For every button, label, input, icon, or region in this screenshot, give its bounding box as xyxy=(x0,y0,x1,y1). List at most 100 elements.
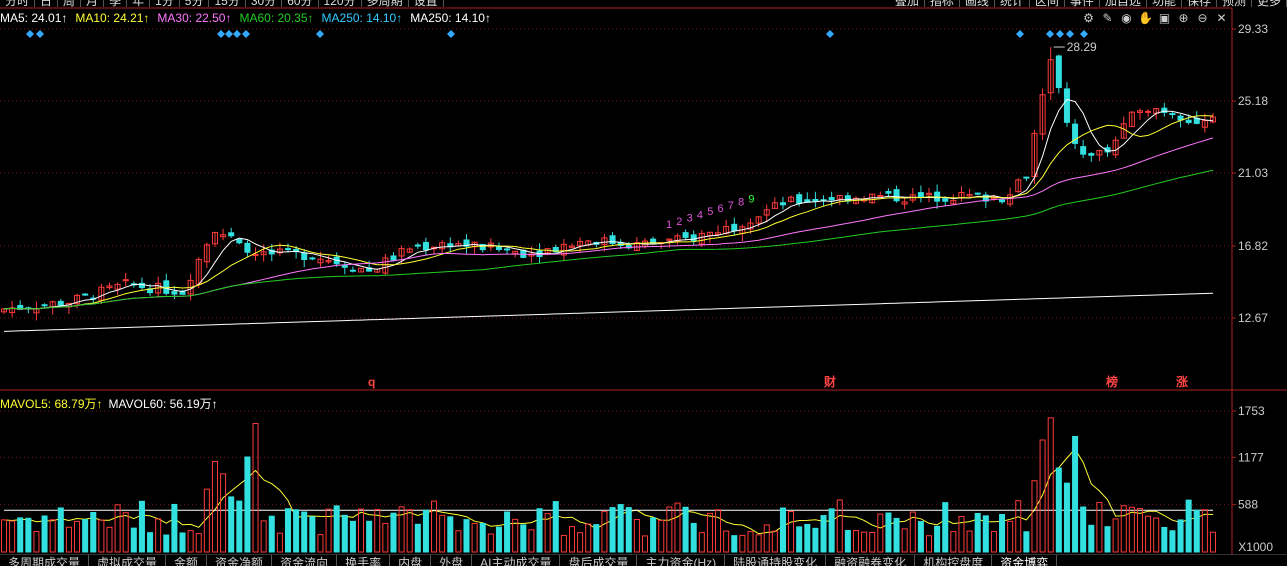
hand-icon[interactable]: ✋ xyxy=(1138,11,1153,26)
ma-legend-item: MA60: 20.35↑ xyxy=(239,11,314,25)
period-tab[interactable]: 分时 xyxy=(0,0,36,7)
volume-bar xyxy=(852,530,859,553)
volume-bar xyxy=(796,526,803,553)
signal-diamond xyxy=(447,30,455,38)
bag-icon[interactable]: ▣ xyxy=(1157,11,1172,26)
candle-body xyxy=(90,297,97,300)
period-tab[interactable]: 日 xyxy=(35,0,59,7)
signal-diamond xyxy=(826,30,834,38)
period-tab[interactable]: 月 xyxy=(81,0,105,7)
volume-bar xyxy=(155,518,162,553)
signal-diamond xyxy=(217,30,225,38)
volume-bar xyxy=(455,530,462,553)
period-tab[interactable]: 5分 xyxy=(180,0,210,7)
indicator-tab[interactable]: 内盘 xyxy=(390,555,432,566)
volume-bar xyxy=(885,512,892,553)
candle-body xyxy=(284,248,292,251)
period-tab[interactable]: 30分 xyxy=(246,0,283,7)
indicator-tab[interactable]: 资金流向 xyxy=(272,555,338,566)
volume-bar xyxy=(284,508,292,553)
close-icon[interactable]: ✕ xyxy=(1214,11,1229,26)
candle-body xyxy=(1104,147,1111,153)
ma-legend-item: MA5: 24.01↑ xyxy=(0,11,68,25)
indicator-tab[interactable]: 虚拟成交量 xyxy=(89,555,167,566)
pen-icon[interactable]: ✎ xyxy=(1100,11,1115,26)
ma-legend: MA5: 24.01↑ MA10: 24.21↑ MA30: 22.50↑ MA60:… xyxy=(0,11,499,25)
volume-bar xyxy=(560,534,567,553)
volume-bar xyxy=(585,523,592,553)
volume-bar xyxy=(820,515,827,553)
volume-bar xyxy=(211,460,218,553)
volume-bar xyxy=(528,529,535,553)
indicator-tab[interactable]: 主力资金(Hz) xyxy=(637,555,726,566)
zoom-in-icon[interactable]: ⊕ xyxy=(1176,11,1191,26)
candle-body xyxy=(682,232,689,238)
indicator-tab[interactable]: 资金博弈 xyxy=(992,555,1058,566)
candle-body xyxy=(812,198,819,202)
zoom-out-icon[interactable]: ⊖ xyxy=(1195,11,1210,26)
period-tab[interactable]: 多周期 xyxy=(362,0,409,7)
indicator-tab[interactable]: 换手率 xyxy=(337,555,391,566)
candle-body xyxy=(33,308,40,314)
tool-tab[interactable]: 统计 xyxy=(995,0,1030,7)
indicator-tab[interactable]: 陆股通持股变化 xyxy=(725,555,827,566)
indicator-tab[interactable]: 融资融券变化 xyxy=(826,555,916,566)
volume-bar xyxy=(114,504,121,553)
candle-body xyxy=(82,293,89,296)
tool-tab[interactable]: 更多 xyxy=(1252,0,1287,7)
volume-bar xyxy=(625,507,632,553)
volume-tick-label: 1753 xyxy=(1238,404,1265,418)
candle-body xyxy=(1039,94,1046,135)
indicator-tab[interactable]: 金额 xyxy=(166,555,208,566)
period-tab[interactable]: 60分 xyxy=(282,0,319,7)
candle-body xyxy=(601,237,608,246)
period-tab[interactable]: 15分 xyxy=(209,0,246,7)
tool-tab[interactable]: 画线 xyxy=(960,0,995,7)
ma5-line xyxy=(3,98,1214,310)
tool-tab[interactable]: 预测 xyxy=(1217,0,1252,7)
volume-bar xyxy=(982,515,989,553)
volume-bar xyxy=(877,513,884,553)
volume-bar xyxy=(650,517,657,553)
volume-bar xyxy=(0,519,8,553)
volume-bar xyxy=(1177,519,1184,553)
candle-body xyxy=(309,257,316,260)
indicator-tab[interactable]: 多周期成交量 xyxy=(0,555,90,566)
tool-tab[interactable]: 功能 xyxy=(1147,0,1182,7)
period-tab[interactable]: 季 xyxy=(104,0,128,7)
tool-tab[interactable]: 区间 xyxy=(1030,0,1065,7)
indicator-tab[interactable]: 资金净额 xyxy=(207,555,273,566)
tool-tab[interactable]: 保存 xyxy=(1182,0,1217,7)
candle-body xyxy=(382,257,389,274)
period-tab[interactable]: 1分 xyxy=(150,0,180,7)
volume-bar xyxy=(544,513,551,553)
indicator-tab[interactable]: AI主动成交量 xyxy=(472,555,561,566)
tool-tab[interactable]: 叠加 xyxy=(890,0,925,7)
indicator-tab[interactable]: 盘后成交量 xyxy=(560,555,638,566)
volume-bar xyxy=(366,520,373,553)
indicator-tab[interactable]: 机构控盘度 xyxy=(915,555,993,566)
candle-body xyxy=(666,238,673,241)
candle-body xyxy=(325,260,332,263)
volume-bar xyxy=(98,519,105,553)
period-tab[interactable]: 120分 xyxy=(319,0,362,7)
volume-bar xyxy=(236,500,243,553)
eye-icon[interactable]: ◉ xyxy=(1119,11,1134,26)
period-tab[interactable]: 年 xyxy=(127,0,151,7)
tool-tab[interactable]: 加自选 xyxy=(1100,0,1147,7)
indicator-tab[interactable]: 外盘 xyxy=(431,555,473,566)
kline-chart[interactable]: 29.3325.1821.0316.8212.6717531177588 28.… xyxy=(0,0,1287,565)
candle-body xyxy=(98,286,105,301)
period-tab[interactable]: 设置 xyxy=(409,0,444,7)
volume-bar xyxy=(57,507,64,553)
gear-icon[interactable]: ⚙ xyxy=(1081,11,1096,26)
signal-diamond xyxy=(225,30,233,38)
volume-bar xyxy=(17,517,24,553)
candle-body xyxy=(1072,123,1079,144)
tool-tab[interactable]: 事件 xyxy=(1065,0,1100,7)
candle-body xyxy=(828,197,835,201)
volume-bar xyxy=(171,503,178,553)
candle-body xyxy=(512,250,519,254)
period-tab[interactable]: 周 xyxy=(58,0,82,7)
tool-tab[interactable]: 指标 xyxy=(925,0,960,7)
